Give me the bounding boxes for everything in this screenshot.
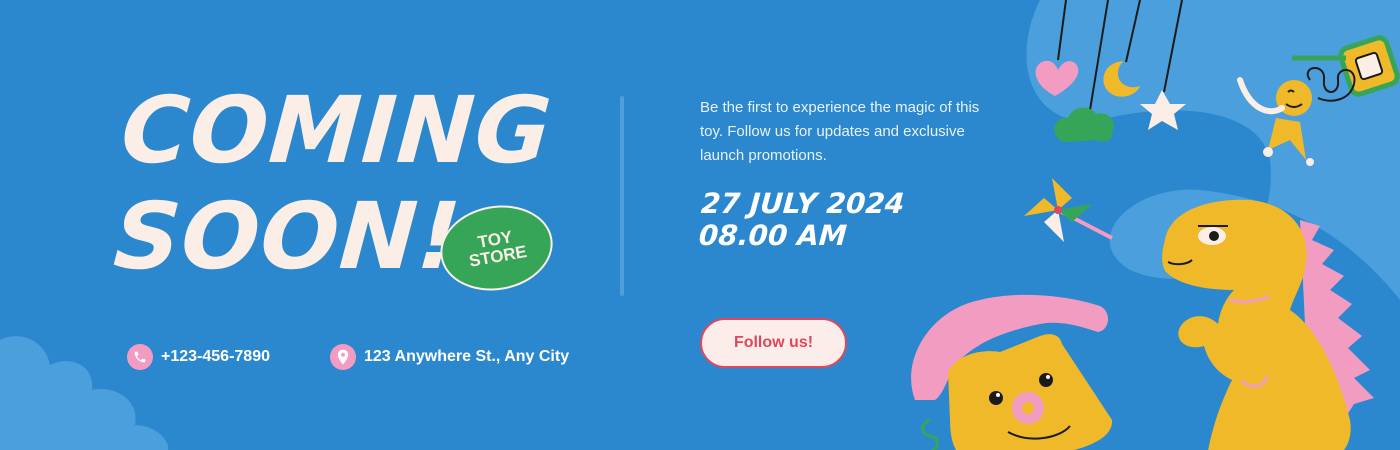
coming-soon-banner: COMING SOON! TOY STORE +123-456-7890 123… (0, 0, 1400, 450)
address-contact[interactable]: 123 Anywhere St., Any City (330, 344, 569, 370)
event-datetime: 27 JULY 2024 08.00 AM (697, 187, 906, 252)
event-date: 27 JULY 2024 (700, 187, 906, 220)
location-pin-icon (330, 344, 356, 370)
pinwheel-toy (1024, 178, 1113, 242)
headline-line-1: COMING (118, 77, 556, 184)
phone-contact[interactable]: +123-456-7890 (127, 344, 270, 370)
telephone-toy (911, 294, 1113, 450)
event-time: 08.00 AM (697, 219, 848, 252)
address-text: 123 Anywhere St., Any City (364, 348, 570, 365)
headline-line-2: SOON! (110, 183, 465, 290)
vertical-divider (620, 96, 624, 296)
follow-us-button[interactable]: Follow us! (700, 318, 847, 368)
phone-icon (127, 344, 153, 370)
tagline-text: Be the first to experience the magic of … (700, 99, 980, 164)
phone-number: +123-456-7890 (161, 348, 270, 365)
